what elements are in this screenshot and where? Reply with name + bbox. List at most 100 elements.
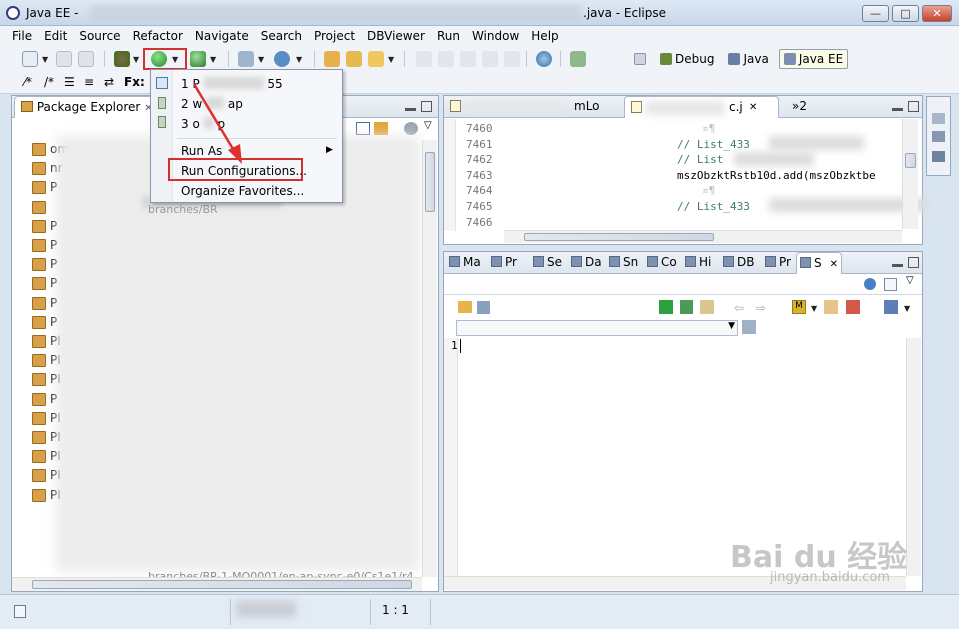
globe-icon[interactable] — [536, 51, 552, 67]
task-list-icon[interactable] — [932, 131, 945, 142]
link-editor-icon[interactable] — [374, 122, 388, 135]
execute-statement-icon[interactable] — [680, 300, 693, 314]
console-vertical-scrollbar[interactable] — [906, 338, 921, 576]
close-icon[interactable]: ✕ — [830, 259, 838, 270]
menu-run[interactable]: Run — [431, 29, 466, 43]
perspective-debug[interactable]: Debug — [656, 49, 718, 69]
outline-list-icon[interactable] — [932, 151, 945, 162]
debug-bug-icon[interactable] — [114, 51, 130, 67]
format-icon[interactable]: ☰ — [64, 75, 75, 89]
maximize-view-icon[interactable] — [908, 101, 919, 112]
forward-arrow-icon[interactable]: ⇨ — [756, 301, 766, 315]
close-button[interactable]: ✕ — [922, 5, 952, 22]
run-dropdown-icon[interactable]: ▼ — [172, 55, 178, 64]
vertical-scrollbar[interactable] — [422, 140, 437, 577]
menu-file[interactable]: File — [6, 29, 38, 43]
search-dropdown-icon[interactable]: ▼ — [388, 55, 394, 64]
m-dropdown-icon[interactable]: ▼ — [811, 304, 817, 313]
toggle-block-icon[interactable] — [482, 51, 498, 67]
bottom-tab-0[interactable]: Ma — [446, 252, 484, 274]
run-icon[interactable] — [151, 51, 167, 67]
organize-favorites-menu-item[interactable]: Organize Favorites... — [181, 184, 304, 198]
new-view-icon[interactable] — [884, 278, 897, 291]
table-dropdown-icon[interactable]: ▼ — [904, 304, 910, 313]
connection-select[interactable]: ▼ — [456, 320, 738, 336]
maximize-view-icon[interactable] — [421, 101, 432, 112]
external-tools-dropdown-icon[interactable]: ▼ — [210, 55, 216, 64]
tab-package-explorer[interactable]: Package Explorer ✕ — [14, 96, 160, 118]
perspective-open-icon[interactable] — [630, 49, 650, 69]
back-arrow-icon[interactable]: ⇦ — [734, 301, 744, 315]
connect-icon[interactable] — [742, 320, 756, 334]
bottom-tab-2[interactable]: Se — [530, 252, 565, 274]
scrollbar-thumb[interactable] — [32, 580, 412, 589]
search-icon[interactable] — [368, 51, 384, 67]
bottom-tab-9[interactable]: S ✕ — [796, 252, 843, 274]
bottom-tab-5[interactable]: Co — [644, 252, 680, 274]
minimize-view-icon[interactable] — [892, 108, 903, 111]
execute-icon[interactable] — [659, 300, 673, 314]
m-icon[interactable]: M — [792, 300, 806, 314]
editor-tab-1[interactable]: mLo — [444, 96, 624, 118]
view-menu-icon[interactable] — [404, 122, 418, 135]
save-icon[interactable] — [56, 51, 72, 67]
editor-vertical-scrollbar[interactable] — [902, 119, 918, 229]
perspective-java[interactable]: Java — [724, 49, 772, 69]
fast-view-icon[interactable] — [14, 605, 26, 618]
wrap-icon[interactable]: ⇄ — [104, 75, 114, 89]
menu-source[interactable]: Source — [73, 29, 126, 43]
new-dropdown-icon[interactable]: ▼ — [42, 55, 48, 64]
show-whitespace-icon[interactable] — [504, 51, 520, 67]
mark-icon[interactable] — [460, 51, 476, 67]
menu-project[interactable]: Project — [308, 29, 361, 43]
maximize-view-icon[interactable] — [908, 257, 919, 268]
bottom-tab-4[interactable]: Sn — [606, 252, 641, 274]
print-icon[interactable] — [78, 51, 94, 67]
perspective-java-ee[interactable]: Java EE — [778, 49, 849, 69]
maximize-button[interactable]: □ — [892, 5, 919, 22]
bottom-tab-7[interactable]: DB — [720, 252, 757, 274]
new-class-dropdown-icon[interactable]: ▼ — [296, 55, 302, 64]
debug-dropdown-icon[interactable]: ▼ — [133, 55, 139, 64]
minimize-view-icon[interactable] — [892, 264, 903, 267]
new-class-icon[interactable] — [274, 51, 290, 67]
menu-search[interactable]: Search — [255, 29, 308, 43]
scrollbar-thumb[interactable] — [524, 233, 714, 241]
toggle-comment-icon[interactable]: /* — [44, 75, 54, 89]
bottom-tab-3[interactable]: Da — [568, 252, 605, 274]
edit-icon[interactable] — [438, 51, 454, 67]
annotation-icon[interactable] — [416, 51, 432, 67]
menu-navigate[interactable]: Navigate — [189, 29, 255, 43]
horizontal-scrollbar[interactable] — [12, 577, 422, 591]
editor-tab-active[interactable]: c.j ✕ — [624, 96, 779, 118]
new-icon[interactable] — [22, 51, 38, 67]
team-icon[interactable] — [570, 51, 586, 67]
editor-tabs-overflow[interactable]: »2 — [786, 96, 813, 118]
bottom-tab-6[interactable]: Hi — [682, 252, 714, 274]
toggle-mark-icon[interactable]: ⁄* — [24, 75, 32, 89]
close-icon[interactable]: ✕ — [749, 97, 757, 118]
open-type-icon[interactable] — [324, 51, 340, 67]
chevron-down-icon[interactable]: ▽ — [906, 275, 914, 286]
collapse-all-icon[interactable] — [356, 122, 370, 135]
minimize-button[interactable]: — — [862, 5, 889, 22]
indent-icon[interactable]: ≡ — [84, 75, 94, 89]
open-folder-icon[interactable] — [458, 301, 472, 313]
open-task-icon[interactable] — [346, 51, 362, 67]
menu-refactor[interactable]: Refactor — [127, 29, 189, 43]
chevron-down-icon[interactable]: ▽ — [424, 120, 432, 131]
chevron-circle-icon[interactable] — [864, 278, 876, 290]
save-icon[interactable] — [477, 301, 490, 314]
table-icon[interactable] — [884, 300, 898, 314]
commit-icon[interactable] — [824, 300, 838, 314]
bottom-tab-1[interactable]: Pr — [488, 252, 520, 274]
minimize-view-icon[interactable] — [405, 108, 416, 111]
scrollbar-thumb[interactable] — [425, 152, 435, 212]
external-tools-icon[interactable] — [190, 51, 206, 67]
menu-help[interactable]: Help — [525, 29, 564, 43]
scrollbar-thumb[interactable] — [905, 153, 916, 168]
menu-dbviewer[interactable]: DBViewer — [361, 29, 431, 43]
server-dropdown-icon[interactable]: ▼ — [258, 55, 264, 64]
menu-window[interactable]: Window — [466, 29, 525, 43]
menu-edit[interactable]: Edit — [38, 29, 73, 43]
